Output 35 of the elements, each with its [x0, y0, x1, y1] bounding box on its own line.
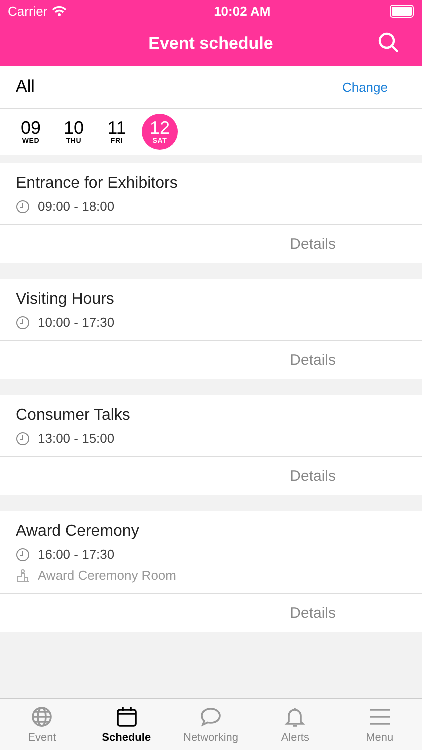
event-title: Entrance for Exhibitors: [16, 175, 179, 193]
details-button[interactable]: Details: [290, 604, 336, 622]
globe-icon: [30, 705, 54, 729]
bell-icon: [283, 705, 308, 729]
change-link[interactable]: Change: [342, 80, 388, 94]
event-title: Award Ceremony: [16, 523, 140, 541]
event-title: Consumer Talks: [16, 407, 132, 425]
tab-bar-item[interactable]: Event: [0, 699, 84, 750]
tab-bar-item[interactable]: Schedule: [84, 699, 169, 750]
clock-time: 10:02 AM: [214, 4, 271, 18]
clock-icon: [16, 432, 30, 446]
event-time: 09:00 - 18:00: [38, 199, 115, 214]
building-icon: [16, 568, 30, 582]
wifi-icon: [52, 6, 67, 16]
clock-icon: [16, 316, 30, 330]
clock-icon: [16, 200, 30, 214]
event-time: 16:00 - 17:30: [38, 547, 115, 562]
battery-icon: [390, 4, 414, 18]
details-button[interactable]: Details: [290, 352, 336, 368]
speech-bubble-icon: [199, 705, 224, 729]
calendar-icon: [114, 705, 139, 729]
details-button[interactable]: Details: [290, 468, 336, 484]
screen-title: Event schedule: [148, 34, 274, 54]
event-time: 10:00 - 17:30: [38, 315, 115, 330]
event-time: 13:00 - 15:00: [38, 431, 115, 446]
tab-bar-item[interactable]: Alerts: [253, 699, 338, 750]
tab-bar-item[interactable]: Networking: [168, 699, 254, 750]
clock-icon: [16, 548, 30, 562]
event-title: Visiting Hours: [16, 291, 116, 309]
tab-bar-item[interactable]: Menu: [338, 699, 422, 750]
search-icon[interactable]: [378, 32, 400, 54]
filter-label: All: [16, 77, 35, 97]
details-button[interactable]: Details: [290, 236, 336, 252]
event-room: Award Ceremony Room: [38, 568, 176, 583]
carrier-label: Carrier: [8, 4, 48, 18]
